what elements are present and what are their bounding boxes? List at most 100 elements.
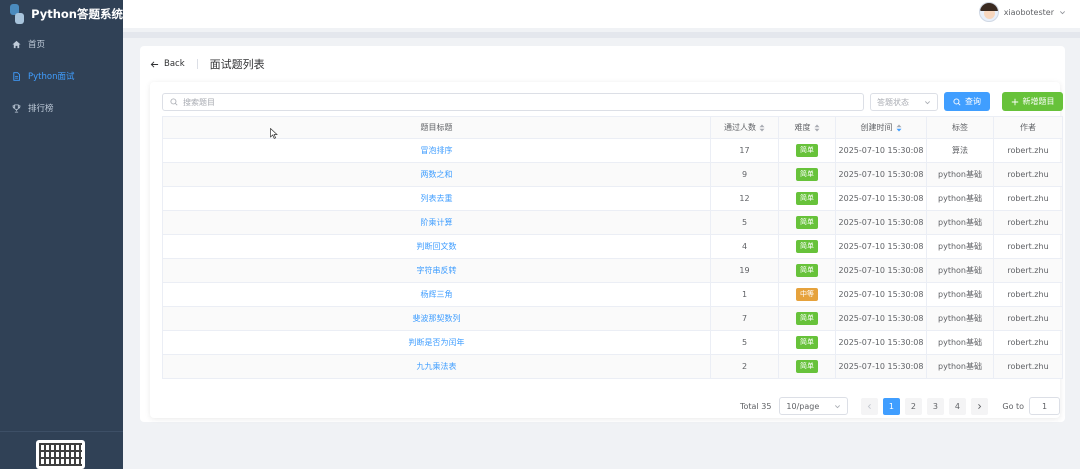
page-button-3[interactable]: 3	[926, 397, 944, 415]
prev-page-button[interactable]	[860, 397, 878, 415]
table-row[interactable]: 冒泡排序 17 简单 2025-07-10 15:30:08 算法 robert.zhu	[162, 138, 1063, 163]
home-icon	[12, 40, 21, 48]
difficulty-badge: 简单	[796, 216, 818, 229]
goto-page-input[interactable]: 1	[1029, 397, 1061, 415]
difficulty-badge: 简单	[796, 312, 818, 325]
question-tag: python基础	[926, 258, 994, 283]
tags-bar	[123, 32, 1080, 38]
question-tag: python基础	[926, 330, 994, 355]
qr-code-image	[36, 440, 85, 469]
query-label: 查询	[965, 97, 981, 106]
trophy-icon	[12, 103, 21, 113]
back-label: Back	[164, 59, 185, 69]
difficulty-badge: 简单	[796, 192, 818, 205]
chevron-down-icon	[925, 100, 930, 104]
page-panel: Back 面试题列表 答题状态 查询	[140, 46, 1065, 422]
column-header-difficulty[interactable]: 难度	[778, 116, 836, 139]
difficulty-badge: 简单	[796, 240, 818, 253]
back-button[interactable]: Back	[150, 59, 185, 69]
author-name: robert.zhu	[993, 210, 1063, 235]
question-tag: 算法	[926, 138, 994, 163]
difficulty-badge: 简单	[796, 336, 818, 349]
page-size-select[interactable]: 10/page	[779, 397, 849, 415]
answer-status-select[interactable]: 答题状态	[870, 93, 938, 111]
created-time: 2025-07-10 15:30:08	[835, 330, 927, 355]
question-title-link[interactable]: 冒泡排序	[162, 138, 711, 163]
question-tag: python基础	[926, 234, 994, 259]
question-title-link[interactable]: 字符串反转	[162, 258, 711, 283]
created-time: 2025-07-10 15:30:08	[835, 186, 927, 211]
page-size-value: 10/page	[786, 401, 820, 411]
header-divider	[196, 59, 198, 69]
column-header-title: 题目标题	[162, 116, 711, 139]
table-row[interactable]: 两数之和 9 简单 2025-07-10 15:30:08 python基础 robert…	[162, 162, 1063, 187]
created-time: 2025-07-10 15:30:08	[835, 306, 927, 331]
main-content: Back 面试题列表 答题状态 查询	[123, 28, 1080, 469]
arrow-left-icon	[150, 60, 159, 68]
sort-icon[interactable]	[896, 124, 902, 132]
column-header-passed[interactable]: 通过人数	[710, 116, 779, 139]
page-header: Back 面试题列表	[150, 56, 265, 72]
difficulty-cell: 简单	[778, 258, 836, 283]
next-page-button[interactable]	[970, 397, 988, 415]
add-question-button[interactable]: 新增题目	[1002, 92, 1063, 111]
sidebar-item-python-interview[interactable]: Python面试	[0, 60, 123, 92]
page-button-4[interactable]: 4	[948, 397, 966, 415]
author-name: robert.zhu	[993, 330, 1063, 355]
passed-count: 7	[710, 306, 779, 331]
table-row[interactable]: 字符串反转 19 简单 2025-07-10 15:30:08 python基础 robe…	[162, 258, 1063, 283]
search-box[interactable]	[162, 93, 864, 111]
difficulty-cell: 简单	[778, 330, 836, 355]
app-title: Python答题系统	[31, 7, 123, 21]
table-row[interactable]: 判断回文数 4 简单 2025-07-10 15:30:08 python基础 rober…	[162, 234, 1063, 259]
page-button-2[interactable]: 2	[904, 397, 922, 415]
query-button[interactable]: 查询	[944, 92, 990, 111]
table-row[interactable]: 斐波那契数列 7 简单 2025-07-10 15:30:08 python基础 robe…	[162, 306, 1063, 331]
question-list-card: 答题状态 查询 新增题目 题目标题	[150, 82, 1063, 418]
difficulty-cell: 简单	[778, 354, 836, 379]
question-tag: python基础	[926, 162, 994, 187]
difficulty-cell: 简单	[778, 234, 836, 259]
question-tag: python基础	[926, 306, 994, 331]
pagination: Total 35 10/page 1 2 3 4 Go to 1	[740, 397, 1061, 415]
page-button-1[interactable]: 1	[882, 397, 900, 415]
avatar	[978, 2, 999, 22]
column-header-created[interactable]: 创建时间	[835, 116, 927, 139]
status-select-placeholder: 答题状态	[877, 97, 909, 107]
question-title-link[interactable]: 判断回文数	[162, 234, 711, 259]
question-title-link[interactable]: 列表去重	[162, 186, 711, 211]
passed-count: 9	[710, 162, 779, 187]
difficulty-badge: 简单	[796, 264, 818, 277]
document-icon	[13, 71, 20, 81]
question-title-link[interactable]: 斐波那契数列	[162, 306, 711, 331]
difficulty-cell: 简单	[778, 306, 836, 331]
search-input[interactable]	[183, 97, 843, 107]
author-name: robert.zhu	[993, 234, 1063, 259]
add-label: 新增题目	[1022, 97, 1055, 106]
total-count: Total 35	[740, 401, 772, 411]
table-row[interactable]: 九九乘法表 2 简单 2025-07-10 15:30:08 python基础 rober…	[162, 354, 1063, 379]
chevron-down-icon	[835, 404, 841, 408]
user-menu[interactable]: xiaobotester	[978, 2, 1066, 22]
table-row[interactable]: 列表去重 12 简单 2025-07-10 15:30:08 python基础 rober…	[162, 186, 1063, 211]
created-time: 2025-07-10 15:30:08	[835, 162, 927, 187]
question-title-link[interactable]: 九九乘法表	[162, 354, 711, 379]
question-title-link[interactable]: 两数之和	[162, 162, 711, 187]
difficulty-cell: 简单	[778, 186, 836, 211]
question-title-link[interactable]: 阶乘计算	[162, 210, 711, 235]
created-time: 2025-07-10 15:30:08	[835, 282, 927, 307]
table-row[interactable]: 判断是否为闰年 5 简单 2025-07-10 15:30:08 python基础 rob…	[162, 330, 1063, 355]
question-title-link[interactable]: 杨辉三角	[162, 282, 711, 307]
sort-icon[interactable]	[814, 124, 820, 132]
created-time: 2025-07-10 15:30:08	[835, 234, 927, 259]
author-name: robert.zhu	[993, 162, 1063, 187]
sort-icon[interactable]	[759, 124, 765, 132]
sidebar-item-home[interactable]: 首页	[0, 28, 123, 60]
question-title-link[interactable]: 判断是否为闰年	[162, 330, 711, 355]
table-row[interactable]: 杨辉三角 1 中等 2025-07-10 15:30:08 python基础 robert…	[162, 282, 1063, 307]
table-row[interactable]: 阶乘计算 5 简单 2025-07-10 15:30:08 python基础 robert…	[162, 210, 1063, 235]
column-header-author: 作者	[993, 116, 1063, 139]
brand: Python答题系统	[0, 0, 123, 28]
sidebar-item-leaderboard[interactable]: 排行榜	[0, 92, 123, 124]
passed-count: 4	[710, 234, 779, 259]
